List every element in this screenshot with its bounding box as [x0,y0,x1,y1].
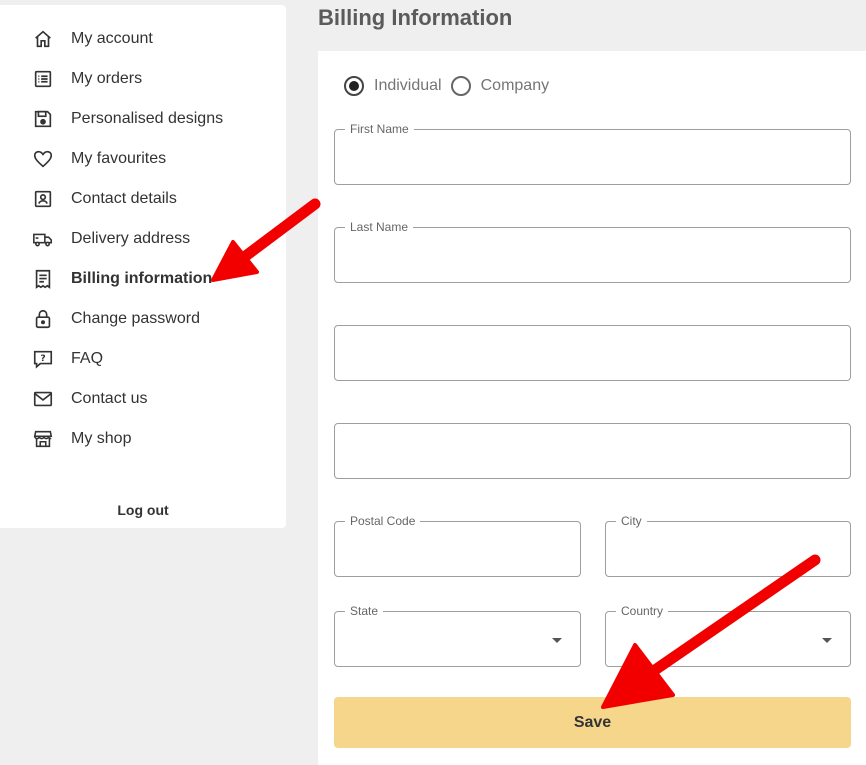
country-select[interactable]: Country [605,604,851,667]
first-name-label: First Name [345,122,414,136]
sidebar-item-contact-us[interactable]: Contact us [32,379,147,419]
sidebar-item-label: Delivery address [71,230,191,247]
address-line-2-input[interactable] [335,424,850,478]
first-name-field: First Name [334,122,851,185]
sidebar-item-my-account[interactable]: My account [32,19,153,59]
sidebar-item-label: Contact details [71,190,177,207]
list-icon [32,68,54,90]
last-name-label: Last Name [345,220,414,234]
postal-code-label: Postal Code [345,514,421,528]
sidebar-item-label: My orders [71,70,143,87]
logout-link[interactable]: Log out [0,502,286,518]
radio-individual[interactable]: Individual [344,76,442,96]
address-line-1-input[interactable] [335,326,850,380]
sidebar-item-personalised-designs[interactable]: Personalised designs [32,99,223,139]
sidebar-item-contact-details[interactable]: Contact details [32,179,177,219]
mail-icon [32,388,54,410]
customer-type-radio-group: Individual Company [344,76,558,96]
chevron-down-icon [822,638,832,643]
save-button[interactable]: Save [334,697,851,748]
heart-icon [32,148,54,170]
radio-label-company: Company [480,77,550,94]
postal-code-field: Postal Code [334,514,581,577]
sidebar-item-change-password[interactable]: Change password [32,299,200,339]
city-label: City [616,514,647,528]
sidebar-item-label: FAQ [71,350,104,367]
page-title: Billing Information [318,5,513,30]
address-line-2-field [334,423,851,479]
sidebar-item-label: My account [71,30,153,47]
account-sidebar: My account My orders Personalised design… [0,5,286,528]
first-name-input[interactable] [335,130,850,184]
floppy-disk-icon [32,108,54,130]
chevron-down-icon [552,638,562,643]
truck-icon [32,228,54,250]
svg-text:?: ? [40,353,45,364]
sidebar-item-label: My favourites [71,150,167,167]
sidebar-item-my-shop[interactable]: My shop [32,419,131,459]
radio-label-individual: Individual [374,77,442,94]
sidebar-item-label: Billing information [71,270,213,287]
home-icon [32,28,54,50]
radio-checked-icon [344,76,364,96]
storefront-icon [32,428,54,450]
sidebar-item-my-orders[interactable]: My orders [32,59,142,99]
contact-card-icon [32,188,54,210]
sidebar-item-delivery-address[interactable]: Delivery address [32,219,190,259]
last-name-input[interactable] [335,228,850,282]
sidebar-item-faq[interactable]: ? FAQ [32,339,103,379]
state-select[interactable]: State [334,604,581,667]
lock-icon [32,308,54,330]
state-label: State [345,604,384,618]
city-field: City [605,514,851,577]
sidebar-item-label: Personalised designs [71,110,224,127]
sidebar-item-label: Change password [71,310,200,327]
question-icon: ? [32,348,54,370]
radio-company[interactable]: Company [450,76,550,96]
radio-unchecked-icon [450,76,471,96]
address-line-1-field [334,325,851,381]
city-input[interactable] [606,522,850,576]
sidebar-item-billing-information[interactable]: Billing information [32,259,212,299]
sidebar-item-label: Contact us [71,390,148,407]
last-name-field: Last Name [334,220,851,283]
receipt-icon [32,268,54,290]
country-label: Country [616,604,669,618]
sidebar-item-label: My shop [71,430,132,447]
sidebar-item-my-favourites[interactable]: My favourites [32,139,166,179]
postal-code-input[interactable] [335,522,580,576]
